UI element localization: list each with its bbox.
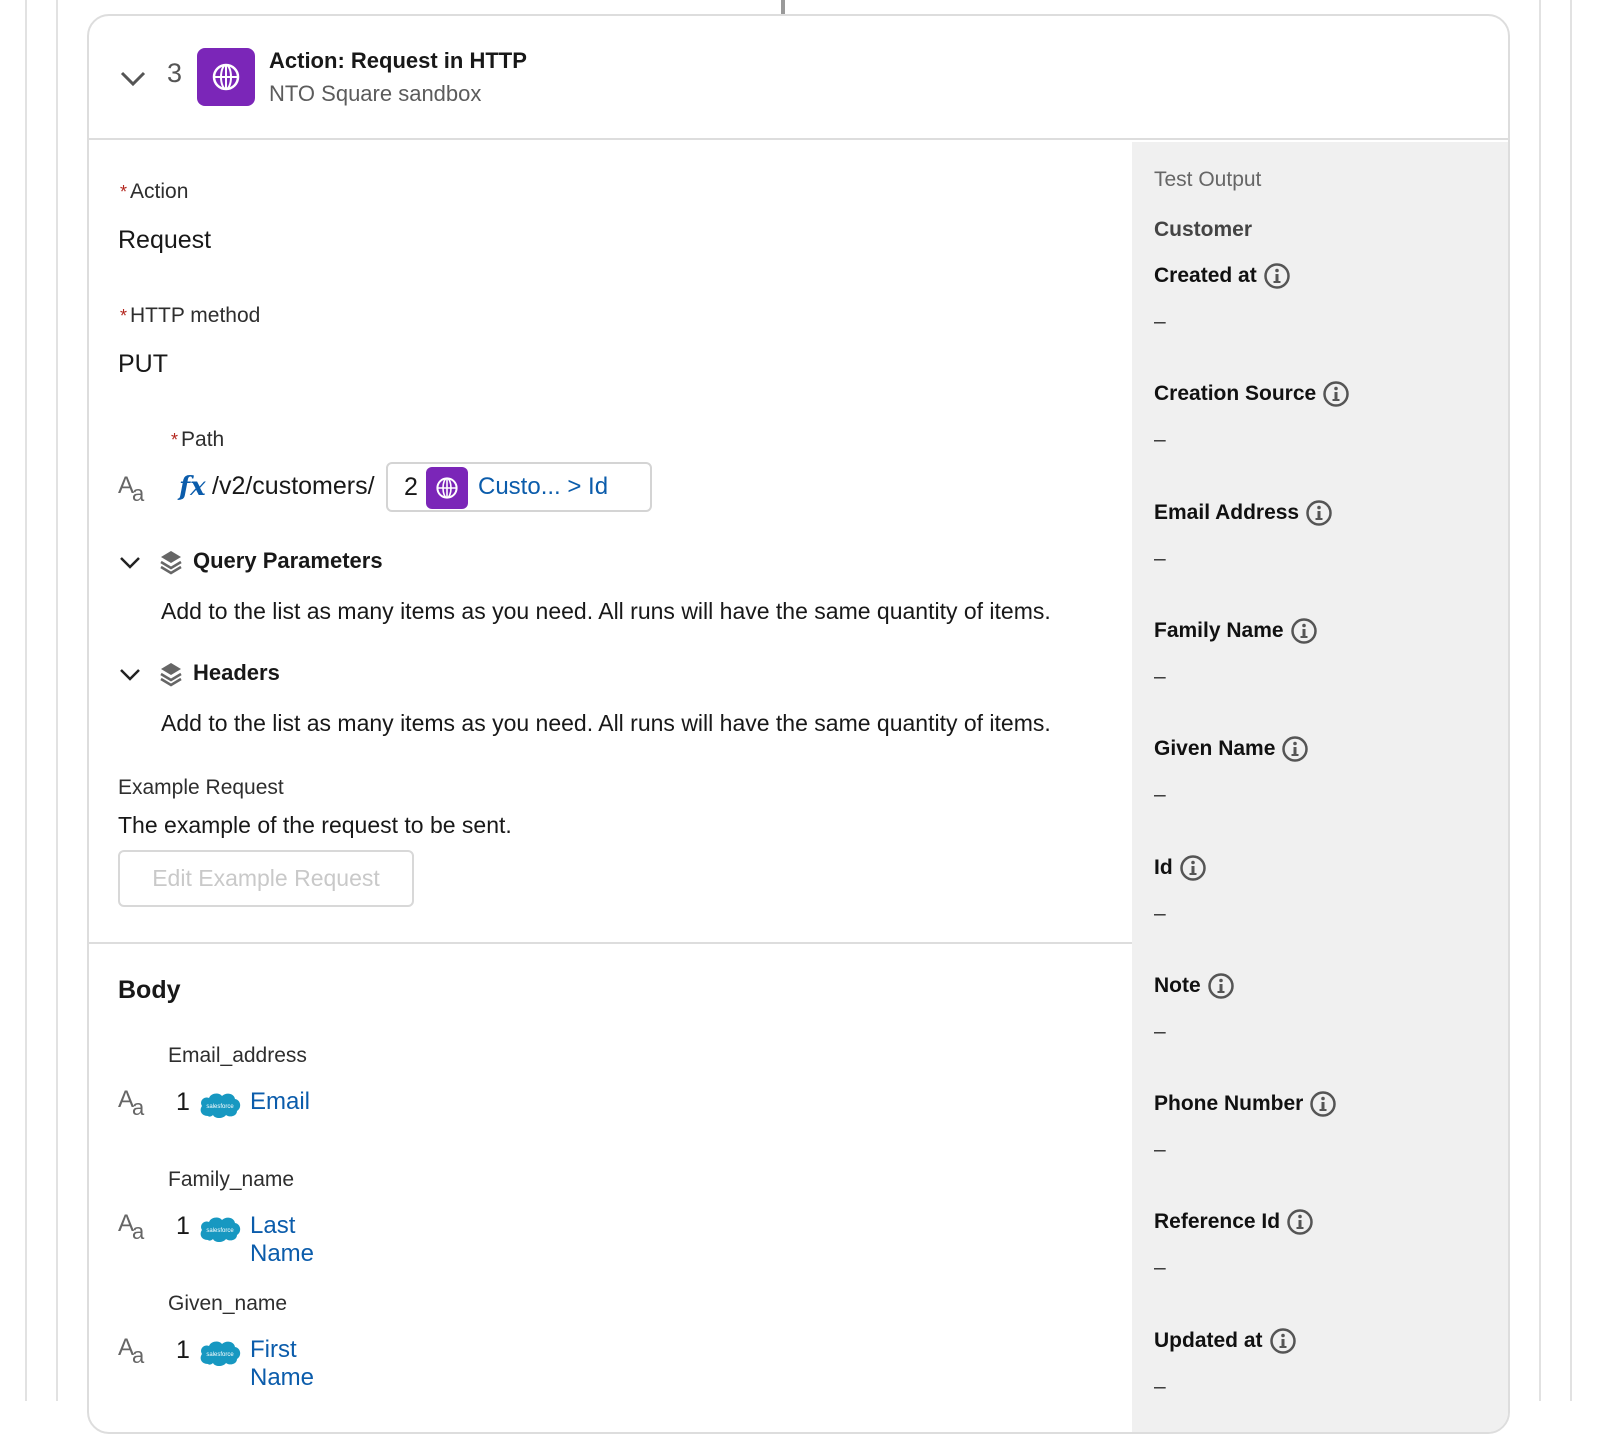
- test-output-field-value: –: [1154, 428, 1166, 452]
- page-border-right-outer: [1570, 0, 1572, 1401]
- step-connection: NTO Square sandbox: [269, 81, 482, 106]
- http-method-value[interactable]: PUT: [118, 350, 168, 379]
- info-icon[interactable]: [1179, 854, 1207, 882]
- salesforce-icon: salesforce: [200, 1341, 241, 1366]
- test-output-field-value: –: [1154, 1019, 1166, 1043]
- test-output-field-value: –: [1154, 664, 1166, 688]
- step-title: Action: Request in HTTP: [269, 48, 527, 73]
- body-field-label: Given_name: [168, 1292, 288, 1315]
- example-request-description: The example of the request to be sent.: [118, 812, 512, 838]
- test-output-field-value: –: [1154, 901, 1166, 925]
- test-output-field-value: –: [1154, 1374, 1166, 1398]
- test-output-field-name: Family Name: [1154, 618, 1284, 642]
- step-header[interactable]: 3 Action: Request in HTTP NTO Square san…: [89, 16, 1508, 140]
- test-output-field-value: –: [1154, 783, 1166, 807]
- page-border-right-inner: [1539, 0, 1541, 1401]
- test-output-field: Note –: [1154, 972, 1235, 1043]
- path-static-text[interactable]: /v2/customers/: [212, 472, 375, 501]
- body-field-label: Email_address: [168, 1044, 307, 1067]
- chevron-down-icon[interactable]: [119, 668, 141, 682]
- example-request-label: Example Request: [118, 776, 284, 799]
- step-number: 3: [167, 58, 183, 88]
- query-parameters-title[interactable]: Query Parameters: [193, 548, 383, 574]
- edit-example-request-button[interactable]: Edit Example Request: [118, 850, 414, 907]
- formula-icon[interactable]: fx: [179, 472, 206, 502]
- test-output-panel: Test Output Customer Created at – Creation…: [1132, 142, 1508, 1432]
- info-icon[interactable]: [1290, 617, 1318, 645]
- test-output-group: Customer: [1154, 218, 1253, 241]
- info-icon[interactable]: [1207, 972, 1235, 1000]
- action-value[interactable]: Request: [118, 226, 211, 255]
- text-type-icon: Aa: [118, 1086, 145, 1120]
- globe-icon: [426, 467, 468, 509]
- test-output-field-value: –: [1154, 546, 1166, 570]
- svg-text:salesforce: salesforce: [206, 1104, 234, 1110]
- test-output-field-name: Updated at: [1154, 1328, 1263, 1352]
- path-reference-pill[interactable]: 2 Custo... > Id: [386, 462, 652, 512]
- query-parameters-description: Add to the list as many items as you nee…: [161, 598, 1051, 624]
- test-output-field-value: –: [1154, 1138, 1166, 1162]
- test-output-field-name: Phone Number: [1154, 1092, 1304, 1116]
- chevron-down-icon[interactable]: [119, 70, 147, 88]
- section-divider: [89, 942, 1132, 944]
- info-icon[interactable]: [1263, 262, 1291, 290]
- reference-step-number: 2: [404, 473, 418, 501]
- test-output-field: Id –: [1154, 854, 1207, 925]
- page-border-left-outer: [25, 0, 27, 1401]
- test-output-field: Creation Source –: [1154, 380, 1350, 451]
- salesforce-icon: salesforce: [200, 1093, 241, 1118]
- flow-connector: [781, 0, 785, 14]
- test-output-field-name: Note: [1154, 973, 1201, 997]
- layers-icon: [160, 663, 182, 687]
- test-output-field: Updated at –: [1154, 1327, 1297, 1398]
- action-label: * Action: [120, 180, 189, 203]
- http-method-label: * HTTP method: [120, 304, 261, 327]
- reference-label: Custo... > Id: [478, 473, 609, 500]
- info-icon[interactable]: [1286, 1208, 1314, 1236]
- text-type-icon[interactable]: Aa: [118, 472, 144, 507]
- text-type-icon: Aa: [118, 1334, 145, 1368]
- info-icon[interactable]: [1305, 499, 1333, 527]
- body-title: Body: [118, 976, 181, 1004]
- text-type-icon: Aa: [118, 1210, 145, 1244]
- test-output-field: Email Address –: [1154, 499, 1333, 570]
- test-output-field: Reference Id –: [1154, 1208, 1314, 1279]
- test-output-field: Family Name –: [1154, 617, 1318, 688]
- info-icon[interactable]: [1309, 1090, 1337, 1118]
- info-icon[interactable]: [1281, 735, 1309, 763]
- svg-text:salesforce: salesforce: [206, 1228, 234, 1234]
- info-icon[interactable]: [1269, 1327, 1297, 1355]
- test-output-field: Created at –: [1154, 262, 1291, 333]
- test-output-field-value: –: [1154, 310, 1166, 333]
- test-output-field-name: Reference Id: [1154, 1210, 1281, 1234]
- test-output-field: Given Name –: [1154, 735, 1309, 806]
- headers-title[interactable]: Headers: [193, 660, 280, 686]
- test-output-field: Phone Number –: [1154, 1090, 1337, 1161]
- chevron-down-icon[interactable]: [119, 556, 141, 570]
- info-icon[interactable]: [1322, 380, 1350, 408]
- layers-icon: [160, 551, 182, 575]
- svg-text:salesforce: salesforce: [206, 1352, 234, 1358]
- test-output-field-name: Creation Source: [1154, 382, 1317, 406]
- test-output-field-name: Email Address: [1154, 500, 1300, 524]
- page-border-left-inner: [56, 0, 58, 1401]
- test-output-field-value: –: [1154, 1256, 1166, 1280]
- body-field-label: Family_name: [168, 1168, 295, 1191]
- globe-icon: [197, 48, 255, 106]
- test-output-heading: Test Output: [1154, 168, 1262, 191]
- test-output-field-name: Created at: [1154, 264, 1257, 287]
- test-output-field-name: Given Name: [1154, 737, 1276, 761]
- headers-description: Add to the list as many items as you nee…: [161, 710, 1051, 736]
- salesforce-icon: salesforce: [200, 1217, 241, 1242]
- step-card: 3 Action: Request in HTTP NTO Square san…: [87, 14, 1510, 1434]
- test-output-field-name: Id: [1154, 855, 1173, 879]
- path-label: * Path: [171, 428, 225, 451]
